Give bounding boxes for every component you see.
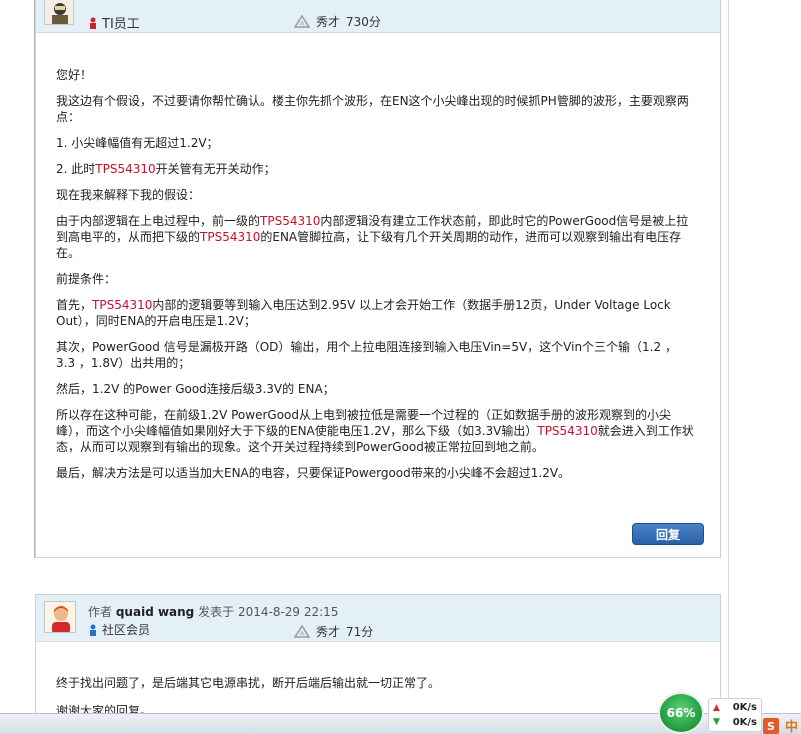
post-paragraph: 现在我来解释下我的假设： bbox=[56, 188, 201, 202]
post-paragraph: 前提条件： bbox=[56, 272, 117, 286]
avatar[interactable] bbox=[44, 0, 74, 25]
app-tray-icon[interactable]: S bbox=[763, 718, 779, 734]
part-number-link[interactable]: TPS54310 bbox=[537, 424, 597, 438]
post-2-header: 作者 quaid wang 发表于 2014-8-29 22:15 社区会员 秀… bbox=[36, 595, 720, 642]
upload-arrow-icon: ▲ bbox=[713, 703, 720, 713]
post-2-rank: 社区会员 bbox=[88, 621, 150, 638]
post-paragraph: 2. 此时TPS54310开关管有无开关动作； bbox=[56, 162, 276, 176]
author-prefix: 作者 bbox=[88, 605, 113, 619]
post-paragraph: 首先，TPS54310内部的逻辑要等到输入电压达到2.95V 以上才会开始工作（… bbox=[56, 298, 671, 328]
ime-indicator[interactable]: 中 bbox=[785, 716, 798, 734]
post-1-honor: 秀才 730分 bbox=[294, 13, 381, 30]
honor-icon bbox=[294, 624, 310, 638]
post-paragraph: 我这边有个假设，不过要请你帮忙确认。楼主你先抓个波形，在EN这个小尖峰出现的时候… bbox=[56, 94, 689, 124]
post-2-meta: 作者 quaid wang 发表于 2014-8-29 22:15 bbox=[88, 603, 338, 620]
part-number-link[interactable]: TPS54310 bbox=[92, 298, 152, 312]
cpu-gauge[interactable]: 66% bbox=[658, 692, 704, 734]
network-monitor-widget[interactable]: 66% ▲ 0K/s ▼ 0K/s bbox=[656, 692, 762, 734]
honor-points: 71分 bbox=[346, 625, 374, 639]
honor-points: 730分 bbox=[346, 15, 381, 29]
post-paragraph: 然后，1.2V 的Power Good连接后级3.3V的 ENA； bbox=[56, 382, 335, 396]
post-1-rank: TI员工 bbox=[88, 13, 140, 32]
network-speed-panel: ▲ 0K/s ▼ 0K/s bbox=[708, 698, 762, 732]
download-speed: 0K/s bbox=[732, 717, 757, 728]
post-2-honor: 秀才 71分 bbox=[294, 623, 373, 640]
avatar[interactable] bbox=[44, 601, 76, 633]
rank-label: 社区会员 bbox=[102, 623, 151, 637]
rank-label: TI员工 bbox=[102, 17, 140, 32]
honor-label: 秀才 bbox=[316, 625, 341, 639]
post-paragraph: 所以存在这种可能，在前级1.2V PowerGood从上电到被拉低是需要一个过程… bbox=[56, 408, 694, 454]
posted-prefix: 发表于 bbox=[198, 605, 235, 619]
honor-label: 秀才 bbox=[316, 15, 341, 29]
upload-speed: 0K/s bbox=[732, 702, 757, 713]
post-paragraph: 终于找出问题了，是后端其它电源串扰，断开后端后输出就一切正常了。 bbox=[56, 676, 441, 690]
download-arrow-icon: ▼ bbox=[713, 717, 720, 727]
part-number-link[interactable]: TPS54310 bbox=[95, 162, 155, 176]
post-paragraph: 由于内部逻辑在上电过程中，前一级的TPS54310内部逻辑没有建立工作状态前，即… bbox=[56, 214, 689, 260]
post-paragraph: 1. 小尖峰幅值有无超过1.2V； bbox=[56, 136, 219, 150]
page-right-border bbox=[728, 0, 729, 734]
user-badge-icon bbox=[90, 624, 96, 636]
honor-icon bbox=[294, 14, 310, 28]
reply-button[interactable]: 回复 bbox=[632, 523, 704, 545]
user-badge-icon bbox=[90, 17, 96, 29]
post-paragraph: 您好！ bbox=[56, 68, 93, 82]
post-timestamp: 2014-8-29 22:15 bbox=[237, 605, 339, 619]
author-name[interactable]: quaid wang bbox=[116, 605, 194, 619]
post-1-body: 您好！ 我这边有个假设，不过要请你帮忙确认。楼主你先抓个波形，在EN这个小尖峰出… bbox=[56, 67, 696, 491]
reply-post-1: TI员工 秀才 730分 您好！ 我这边有个假设，不过要请你帮忙确认。楼主你先抓… bbox=[35, 0, 721, 558]
part-number-link[interactable]: TPS54310 bbox=[260, 214, 320, 228]
post-paragraph: 最后，解决方法是可以适当加大ENA的电容，只要保证Powergood带来的小尖峰… bbox=[56, 466, 571, 480]
post-paragraph: 其次，PowerGood 信号是漏极开路（OD）输出，用个上拉电阻连接到输入电压… bbox=[56, 340, 677, 370]
part-number-link[interactable]: TPS54310 bbox=[200, 230, 260, 244]
post-1-header: TI员工 秀才 730分 bbox=[36, 0, 720, 33]
post-1-shadow bbox=[34, 0, 35, 558]
